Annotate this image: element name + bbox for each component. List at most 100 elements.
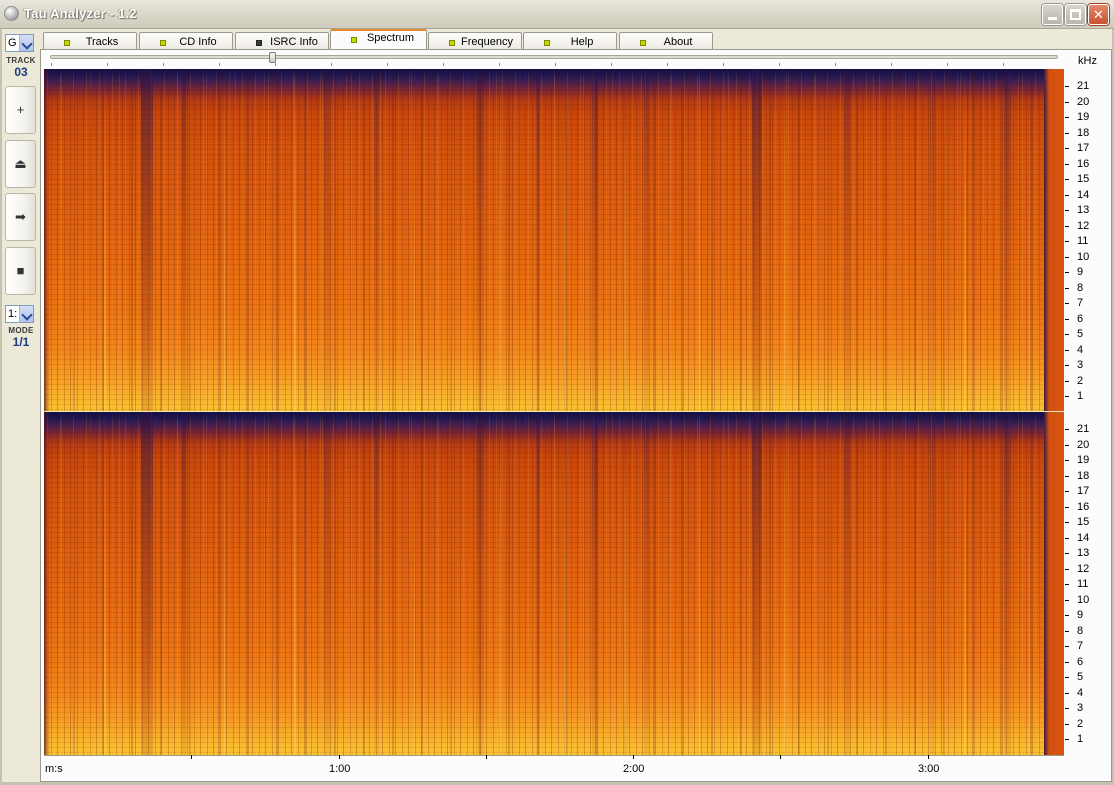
drive-select[interactable]: G [5, 34, 34, 52]
spectrogram-tail [1044, 412, 1064, 755]
frequency-tick-mark [1065, 349, 1069, 351]
frequency-tick-label: 8 [1077, 281, 1084, 294]
frequency-tick-label: 9 [1077, 609, 1084, 621]
spectrogram-quiet-band [752, 69, 762, 412]
eject-icon: ⏏ [14, 156, 27, 171]
eject-button[interactable]: ⏏ [5, 140, 36, 188]
chevron-down-icon[interactable] [19, 306, 33, 322]
frequency-tick-label: 21 [1077, 80, 1090, 92]
spectrogram-quiet-band [536, 412, 540, 755]
spectrogram-quiet-band [644, 69, 649, 412]
title-bar[interactable]: Tau Analyzer - 1.2 ✕ [0, 0, 1114, 29]
position-slider-thumb[interactable] [268, 52, 276, 63]
spectrogram-left-channel[interactable] [44, 69, 1064, 412]
frequency-tick-mark [1065, 692, 1069, 694]
spectrogram-transient [1029, 69, 1030, 412]
tab-spectrum[interactable]: Spectrum [330, 29, 427, 50]
frequency-tick-label: 14 [1077, 188, 1090, 201]
frequency-tick-mark [1065, 568, 1069, 570]
frequency-tick-label: 21 [1077, 423, 1090, 435]
frequency-tick-label: 5 [1077, 328, 1084, 340]
frequency-tick-label: 14 [1077, 531, 1090, 544]
frequency-tick-label: 3 [1077, 702, 1084, 714]
spectrogram-quiet-band [476, 69, 484, 412]
position-slider-track[interactable] [50, 55, 1058, 59]
frequency-tick-mark [1065, 599, 1069, 601]
spectrogram-quiet-band [592, 412, 598, 755]
tab-label: About [663, 36, 693, 48]
time-tick [633, 755, 634, 759]
chevron-down-icon[interactable] [19, 35, 33, 51]
spectrogram-transient [499, 69, 501, 412]
frequency-tick-label: 7 [1077, 640, 1084, 652]
spectrogram-quiet-band [182, 69, 186, 412]
add-button[interactable]: + [5, 86, 36, 134]
frequency-tick-mark [1065, 506, 1069, 508]
play-icon: ➡ [15, 209, 26, 224]
stop-button[interactable]: ■ [5, 247, 36, 295]
track-number: 03 [14, 65, 28, 79]
frequency-tick-mark [1065, 522, 1069, 523]
frequency-tick-label: 12 [1077, 219, 1090, 232]
frequency-tick-label: 8 [1077, 624, 1084, 637]
frequency-tick-mark [1065, 148, 1069, 149]
mode-select-value: 1: [8, 308, 18, 320]
close-icon: ✕ [1093, 7, 1104, 22]
frequency-tick-mark [1065, 537, 1069, 539]
control-panel: G TRACK 03 + ⏏ ➡ ■ 1: MODE 1/1 [2, 29, 40, 782]
spectrogram-grain [44, 412, 1064, 755]
frequency-tick-mark [1065, 101, 1069, 103]
spectrogram-transient [224, 412, 225, 755]
frequency-tick-label: 11 [1077, 578, 1089, 590]
maximize-button[interactable] [1065, 4, 1086, 25]
spectrogram-quiet-band [374, 69, 379, 412]
frequency-tick-mark [1065, 553, 1069, 554]
frequency-tick-mark [1065, 287, 1069, 289]
spectrogram-right-channel[interactable] [44, 412, 1064, 755]
frequency-tick-mark [1065, 584, 1069, 585]
frequency-tick-mark [1065, 444, 1069, 446]
frequency-axis-top: 21 20 19 18 17 16 15 14 13 12 11 10 9 8 7 6 5 4 3 2 1 [1064, 69, 1109, 412]
spectrogram-transient [224, 69, 225, 412]
spectrogram-transient [889, 412, 890, 755]
tab-label: Frequency [461, 36, 513, 48]
tab-label: CD Info [179, 36, 217, 48]
frequency-tick-label: 6 [1077, 655, 1084, 668]
spectrogram-quiet-band [536, 69, 540, 412]
tab-label: Help [570, 36, 594, 48]
spectrogram-quiet-band [752, 412, 762, 755]
frequency-tick-label: 5 [1077, 671, 1084, 683]
time-axis-line [44, 755, 1064, 756]
frequency-tick-label: 11 [1077, 235, 1089, 247]
frequency-tick-label: 19 [1077, 111, 1090, 123]
frequency-tick-label: 2 [1077, 717, 1084, 730]
window-title: Tau Analyzer - 1.2 [24, 6, 137, 21]
minimize-button[interactable] [1042, 4, 1063, 25]
frequency-tick-mark [1065, 163, 1069, 165]
spectrogram-quiet-band [476, 412, 484, 755]
spectrogram-transient [414, 412, 415, 755]
play-button[interactable]: ➡ [5, 193, 36, 241]
close-button[interactable]: ✕ [1088, 4, 1109, 25]
time-tick [928, 755, 929, 759]
frequency-tick-label: 10 [1077, 593, 1090, 606]
drive-select-value: G [8, 37, 17, 49]
spectrogram-transient [784, 412, 786, 755]
spectrogram-transient [104, 69, 106, 412]
time-tick [339, 755, 340, 759]
mode-select[interactable]: 1: [5, 305, 34, 323]
stop-icon: ■ [16, 263, 25, 278]
frequency-tick-mark [1065, 132, 1069, 134]
spectrogram-grain [44, 69, 1064, 412]
mode-caption: MODE [8, 326, 34, 335]
frequency-tick-mark [1065, 677, 1069, 678]
app-icon[interactable] [4, 6, 19, 21]
spectrogram-transient [624, 69, 626, 412]
frequency-tick-mark [1065, 365, 1069, 366]
tab-label: ISRC Info [270, 36, 318, 48]
frequency-tick-label: 12 [1077, 562, 1090, 575]
frequency-tick-mark [1065, 429, 1069, 430]
plus-icon: + [16, 102, 25, 117]
frequency-tick-mark [1065, 256, 1069, 258]
frequency-tick-label: 17 [1077, 142, 1090, 154]
